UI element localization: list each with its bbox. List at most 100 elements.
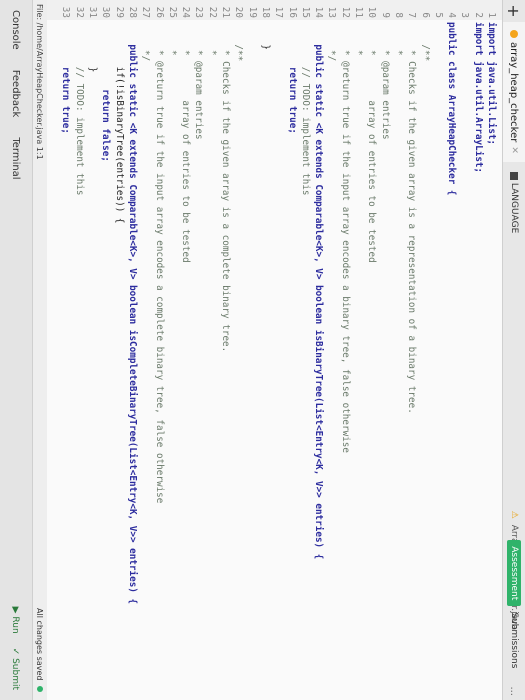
line-text: * @param entries [379, 22, 391, 140]
code-line[interactable]: 2 import java.util.ArrayList; [471, 0, 484, 604]
line-text: public class ArrayHeapChecker { [446, 22, 458, 196]
code-line[interactable]: 10 * array of entries to be tested [365, 0, 378, 604]
code-line[interactable]: 24 * array of entries to be tested [179, 0, 192, 604]
code-line[interactable]: 4 public class ArrayHeapChecker { [445, 0, 458, 604]
line-number: 2 [472, 12, 484, 18]
code-line[interactable]: 23 * @param entries [192, 0, 205, 604]
bottom-panel-tabs: Console Feedback Terminal ▶ Run ✓ Submit [0, 0, 33, 700]
language-icon [510, 171, 518, 180]
code-line[interactable]: 15 // TODO: implement this [299, 0, 312, 604]
photo-frame: + array_heap_checker ✕ LANGUAGE ⚠ ArrayH… [0, 0, 525, 700]
line-number: 10 [366, 6, 378, 18]
code-line[interactable]: 26 * @return true if the input array enc… [152, 0, 165, 604]
line-text: */ [326, 22, 338, 62]
code-line[interactable]: 17 [272, 0, 285, 604]
line-number: 7 [406, 12, 418, 18]
line-number: 22 [206, 6, 218, 18]
line-number: 26 [153, 6, 165, 18]
line-number: 17 [273, 6, 285, 18]
code-line[interactable]: 32 // TODO: implement this [73, 0, 86, 604]
code-line[interactable]: 18 } [259, 0, 272, 604]
line-text: } [87, 22, 99, 73]
code-line[interactable]: 33 return true; [59, 0, 72, 604]
line-number: 9 [379, 12, 391, 18]
assessment-button[interactable]: Assessment [507, 540, 521, 607]
line-number: 11 [353, 6, 365, 18]
more-icon[interactable]: ... [509, 686, 520, 696]
run-button[interactable]: ▶ Run [11, 607, 21, 634]
assessment-header: Assessment Submissions ... [503, 540, 525, 700]
line-text: */ [140, 22, 152, 62]
code-line[interactable]: 25 * [166, 0, 179, 604]
code-line[interactable]: 12 * @return true if the input array enc… [338, 0, 351, 604]
code-line[interactable]: 20 /** [232, 0, 245, 604]
line-text: * array of entries to be tested [366, 22, 378, 263]
code-line[interactable]: 21 * Checks if the given array is a comp… [219, 0, 232, 604]
saved-dot-icon [37, 686, 44, 692]
line-text: /** [419, 22, 431, 62]
code-line[interactable]: 16 return true; [285, 0, 298, 604]
status-bar: File: /home/ArrayHeapChecker.java 1:1 Al… [33, 0, 47, 700]
code-line[interactable]: 11 * [352, 0, 365, 604]
line-number: 32 [73, 6, 85, 18]
tab-feedback[interactable]: Feedback [10, 60, 21, 128]
code-line[interactable]: 14 public static <K extends Comparable<K… [312, 0, 325, 604]
line-text: public static <K extends Comparable<K>, … [313, 22, 325, 560]
tab-label: array_heap_checker [508, 42, 520, 143]
language-selector[interactable]: LANGUAGE [509, 171, 519, 234]
tab-array-heap-checker[interactable]: array_heap_checker ✕ [503, 22, 525, 162]
code-line[interactable]: 27 */ [139, 0, 152, 604]
modified-dot-icon [510, 30, 518, 38]
code-line[interactable]: 3 [458, 0, 471, 604]
close-icon[interactable]: ✕ [509, 146, 519, 154]
submit-button[interactable]: ✓ Submit [11, 648, 21, 690]
submissions-link[interactable]: Submissions [509, 612, 519, 668]
line-number: 28 [126, 6, 138, 18]
code-line[interactable]: 5 [432, 0, 445, 604]
line-number: 25 [166, 6, 178, 18]
code-line[interactable]: 31 } [86, 0, 99, 604]
code-editor[interactable]: 1 import java.util.List; 2 import java.util… [47, 0, 502, 700]
code-line[interactable]: 13 */ [325, 0, 338, 604]
line-number: 24 [180, 6, 192, 18]
code-line[interactable]: 19 [245, 0, 258, 604]
tab-terminal[interactable]: Terminal [10, 127, 21, 189]
line-text: /** [233, 22, 245, 62]
line-text: * @return true if the input array encode… [339, 22, 351, 453]
code-line[interactable]: 30 return false; [99, 0, 112, 604]
line-number: 1 [486, 12, 497, 18]
code-line[interactable]: 6 /** [418, 0, 431, 604]
line-text: return true; [286, 22, 298, 134]
code-line[interactable]: 28 public static <K extends Comparable<K… [126, 0, 139, 604]
line-text: } [259, 22, 271, 50]
line-number: 27 [140, 6, 152, 18]
line-number: 31 [87, 6, 99, 18]
line-number: 19 [246, 6, 258, 18]
line-number: 8 [392, 12, 404, 18]
tab-bar: + array_heap_checker ✕ LANGUAGE ⚠ ArrayH… [502, 0, 525, 700]
code-line[interactable]: 8 * [392, 0, 405, 604]
line-text: * @return true if the input array encode… [153, 22, 165, 504]
code-line[interactable]: 29 if(!isBinaryTree(entries)) { [112, 0, 125, 604]
line-text: // TODO: implement this [73, 22, 85, 196]
line-number: 6 [419, 12, 431, 18]
line-text: return true; [60, 22, 72, 134]
save-status-text: All changes saved [35, 608, 45, 681]
line-number: 20 [233, 6, 245, 18]
line-text: * Checks if the given array is a complet… [220, 22, 232, 353]
code-line[interactable]: 9 * @param entries [378, 0, 391, 604]
line-text: * array of entries to be tested [180, 22, 192, 263]
line-number: 4 [446, 12, 458, 18]
language-label: LANGUAGE [509, 182, 519, 234]
line-number: 14 [313, 6, 325, 18]
code-line[interactable]: 7 * Checks if the given array is a repre… [405, 0, 418, 604]
add-tab-button[interactable]: + [505, 0, 524, 22]
line-number: 16 [286, 6, 298, 18]
line-number: 33 [60, 6, 72, 18]
code-line[interactable]: 22 * [205, 0, 218, 604]
line-text: * [353, 22, 365, 56]
line-number: 12 [339, 6, 351, 18]
line-text: public static <K extends Comparable<K>, … [126, 22, 138, 605]
code-line[interactable]: 1 import java.util.List; [485, 0, 498, 604]
tab-console[interactable]: Console [10, 0, 21, 60]
